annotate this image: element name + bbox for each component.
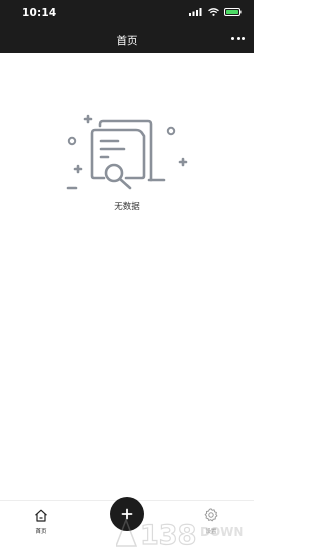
more-icon-dot	[242, 37, 245, 40]
watermark-logo: 138 DOWN	[116, 517, 243, 550]
tab-home[interactable]: 首页	[21, 507, 61, 535]
tab-home-label: 首页	[35, 529, 47, 535]
more-icon-dot	[236, 37, 240, 40]
wifi-icon	[208, 8, 219, 16]
status-bar: 10:14	[0, 0, 254, 26]
svg-text:DOWN: DOWN	[200, 525, 243, 539]
signal-icon	[189, 8, 202, 16]
empty-state-illustration	[64, 114, 190, 196]
more-button[interactable]	[231, 37, 245, 40]
status-time: 10:14	[22, 7, 57, 19]
more-icon	[231, 37, 234, 40]
empty-state-message: 无数据	[114, 202, 140, 212]
svg-text:138: 138	[140, 520, 196, 550]
status-icons	[189, 8, 242, 16]
page-title: 首页	[116, 35, 138, 47]
app-header: 10:14 首页	[0, 0, 254, 53]
empty-documents-search-icon	[66, 114, 188, 190]
battery-icon	[224, 8, 242, 16]
home-icon	[35, 509, 47, 522]
